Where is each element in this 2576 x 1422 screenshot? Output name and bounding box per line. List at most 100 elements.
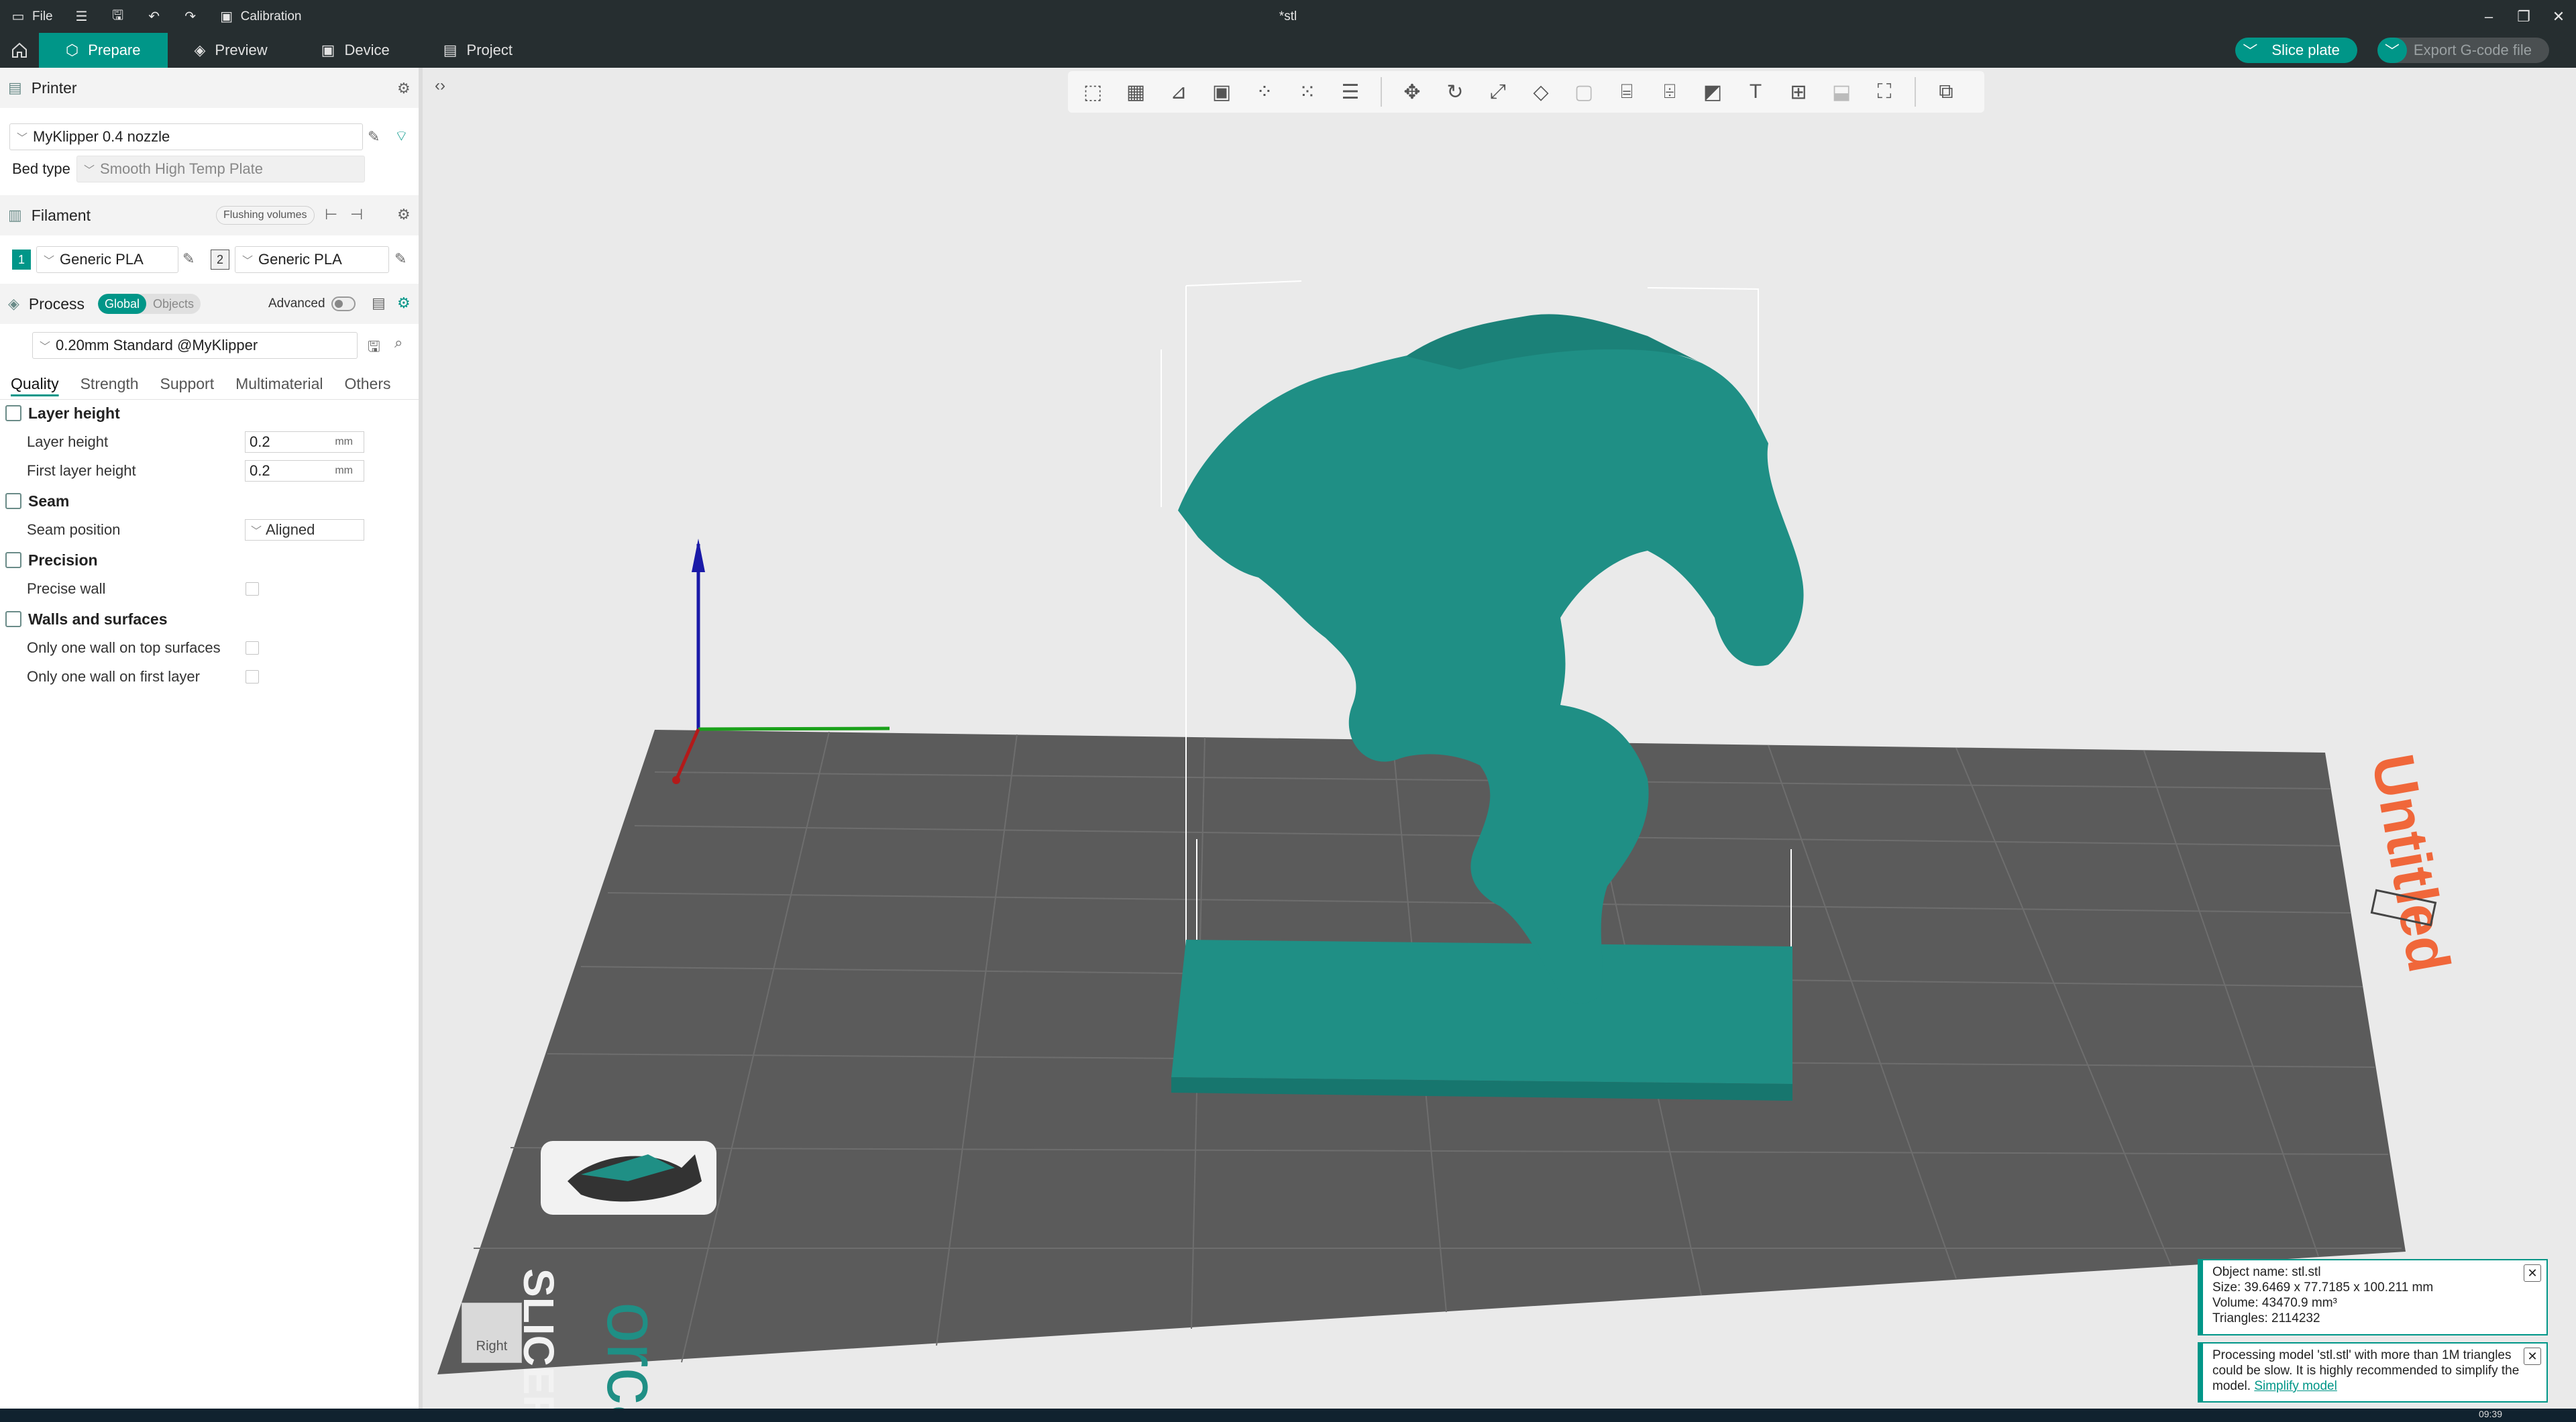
filament-slot-1-name: Generic PLA	[60, 251, 144, 268]
layers-editing-icon[interactable]: ☰	[1331, 72, 1370, 111]
tab-support[interactable]: Support	[150, 369, 225, 400]
process-preset-select[interactable]: ﹀ 0.20mm Standard @MyKlipper	[32, 332, 358, 359]
fuzzy-skin-icon[interactable]: ◩	[1693, 72, 1732, 111]
process-preset-name: 0.20mm Standard @MyKlipper	[56, 337, 258, 353]
first-layer-height-unit: mm	[335, 465, 353, 476]
precision-group-title: Precision	[28, 551, 98, 569]
global-option[interactable]: Global	[98, 294, 147, 314]
walls-group-title: Walls and surfaces	[28, 610, 168, 628]
bed-type-select[interactable]: ﹀ Smooth High Temp Plate	[76, 156, 365, 182]
settings-sidebar: ▤ Printer ⚙ ﹀ MyKlipper 0.4 nozzle ✎ ⌔ B…	[0, 68, 423, 1422]
view-cube[interactable]: Right	[462, 1303, 522, 1363]
search-icon[interactable]: ⌕	[394, 334, 402, 351]
restore-icon[interactable]: ❐	[2506, 0, 2541, 33]
undo-button[interactable]: ↶	[136, 0, 172, 33]
rotate-icon[interactable]: ↻	[1436, 72, 1474, 111]
simplify-model-link[interactable]: Simplify model	[2254, 1379, 2337, 1393]
lay-on-face-icon[interactable]: ◇	[1521, 72, 1560, 111]
add-plate-icon[interactable]: ▦	[1116, 72, 1155, 111]
objects-option[interactable]: Objects	[146, 294, 201, 314]
advanced-toggle[interactable]	[331, 296, 356, 311]
calibration-icon: ▣	[220, 9, 233, 24]
auto-orient-icon[interactable]: ⊿	[1159, 72, 1198, 111]
printer-settings-icon[interactable]: ⚙	[397, 80, 411, 97]
dropdown-menu-button[interactable]: ☰	[64, 0, 100, 33]
printer-select[interactable]: ﹀ MyKlipper 0.4 nozzle	[9, 123, 363, 150]
calibration-label: Calibration	[240, 9, 302, 23]
mesh-boolean-icon[interactable]: ⛶	[1865, 72, 1904, 111]
add-object-icon[interactable]: ⬚	[1073, 72, 1112, 111]
save-button[interactable]: 🖫	[100, 0, 136, 33]
object-volume-text: Volume: 43470.9 mm³	[2212, 1296, 2337, 1310]
arrange-icon[interactable]: ▣	[1202, 72, 1241, 111]
edit-icon[interactable]: ✎	[368, 128, 380, 146]
move-icon[interactable]: ✥	[1393, 72, 1432, 111]
text-icon[interactable]: T	[1736, 72, 1775, 111]
tab-multimaterial[interactable]: Multimaterial	[225, 369, 333, 400]
assembly-icon[interactable]: ⬓	[1822, 72, 1861, 111]
tab-preview[interactable]: ◈ Preview	[168, 33, 294, 68]
remove-filament-icon[interactable]: ⊣	[350, 206, 363, 223]
precise-wall-row: Precise wall	[0, 575, 419, 603]
file-menu[interactable]: ▭ File	[0, 0, 64, 33]
export-gcode-button[interactable]: ﹀ Export G-code file	[2377, 38, 2549, 63]
first-layer-height-input[interactable]: 0.2 mm	[245, 460, 364, 482]
filament-section-title: Filament	[31, 206, 91, 224]
tab-quality[interactable]: Quality	[0, 369, 70, 400]
filament-settings-icon[interactable]: ⚙	[397, 206, 411, 223]
printer-section-header: ▤ Printer	[0, 68, 419, 108]
export-gcode-label: Export G-code file	[2413, 42, 2532, 58]
measure-icon[interactable]: ⊞	[1779, 72, 1818, 111]
process-scope-switch[interactable]: Global Objects	[98, 294, 201, 314]
redo-icon: ↷	[184, 9, 196, 24]
filament-slot-2-select[interactable]: ﹀ Generic PLA	[235, 246, 389, 273]
compare-icon[interactable]: ▤	[372, 294, 386, 312]
wifi-icon[interactable]: ⌔	[394, 127, 409, 146]
save-preset-icon[interactable]: 🖫	[368, 335, 380, 361]
support-paint-icon[interactable]: ⌸	[1607, 72, 1646, 111]
precise-wall-checkbox[interactable]	[246, 582, 259, 596]
seam-paint-icon[interactable]: ⌹	[1650, 72, 1689, 111]
scene-canvas[interactable]: Untitled orca SLICER	[427, 68, 2576, 1409]
add-filament-icon[interactable]: ⊢	[325, 206, 337, 223]
close-icon[interactable]: ✕	[2524, 1348, 2541, 1365]
chevron-down-icon[interactable]: ﹀	[2377, 38, 2407, 63]
layer-height-label: Layer height	[27, 433, 109, 450]
collapse-sidebar-button[interactable]: ‹›	[427, 72, 453, 99]
view-toggle-icon[interactable]: ⧉	[1927, 72, 1966, 111]
flushing-volumes-button[interactable]: Flushing volumes	[216, 206, 315, 225]
filament-slot-1-badge: 1	[12, 250, 31, 270]
tab-project[interactable]: ▤ Project	[417, 33, 539, 68]
tab-device[interactable]: ▣ Device	[294, 33, 417, 68]
toolbar-divider	[1381, 77, 1382, 107]
tab-others[interactable]: Others	[333, 369, 401, 400]
3d-viewport[interactable]: Untitled orca SLICER Object name: stl.st…	[427, 68, 2576, 1409]
tab-strength[interactable]: Strength	[70, 369, 150, 400]
tab-prepare[interactable]: ⬡ Prepare	[39, 33, 168, 68]
object-info-panel: Object name: stl.stl Size: 39.6469 x 77.…	[2198, 1259, 2548, 1335]
chevron-down-icon[interactable]: ﹀	[2235, 38, 2265, 63]
slice-plate-label: Slice plate	[2271, 42, 2340, 58]
filament-slot-1-select[interactable]: ﹀ Generic PLA	[36, 246, 178, 273]
close-icon[interactable]: ✕	[2524, 1264, 2541, 1282]
close-icon[interactable]: ✕	[2541, 0, 2576, 33]
redo-button[interactable]: ↷	[172, 0, 209, 33]
calibration-menu[interactable]: ▣ Calibration	[209, 0, 313, 33]
seam-position-select[interactable]: ﹀ Aligned	[245, 519, 364, 541]
minimize-icon[interactable]: –	[2471, 0, 2506, 33]
scale-icon[interactable]: ⤢	[1479, 72, 1517, 111]
printer-name: MyKlipper 0.4 nozzle	[33, 128, 170, 145]
one-wall-first-checkbox[interactable]	[246, 670, 259, 683]
layer-height-input[interactable]: 0.2 mm	[245, 431, 364, 453]
home-button[interactable]	[0, 33, 39, 68]
split-objects-icon[interactable]: ⁘	[1245, 72, 1284, 111]
cut-icon[interactable]: ▢	[1564, 72, 1603, 111]
process-settings-icon[interactable]: ⚙	[397, 294, 411, 312]
slice-plate-button[interactable]: ﹀ Slice plate	[2235, 38, 2357, 63]
edit-icon[interactable]: ✎	[394, 250, 407, 268]
horse-model[interactable]	[1171, 314, 1804, 1101]
one-wall-top-checkbox[interactable]	[246, 641, 259, 655]
precise-wall-label: Precise wall	[27, 580, 106, 597]
edit-icon[interactable]: ✎	[182, 250, 195, 268]
split-parts-icon[interactable]: ⁙	[1288, 72, 1327, 111]
